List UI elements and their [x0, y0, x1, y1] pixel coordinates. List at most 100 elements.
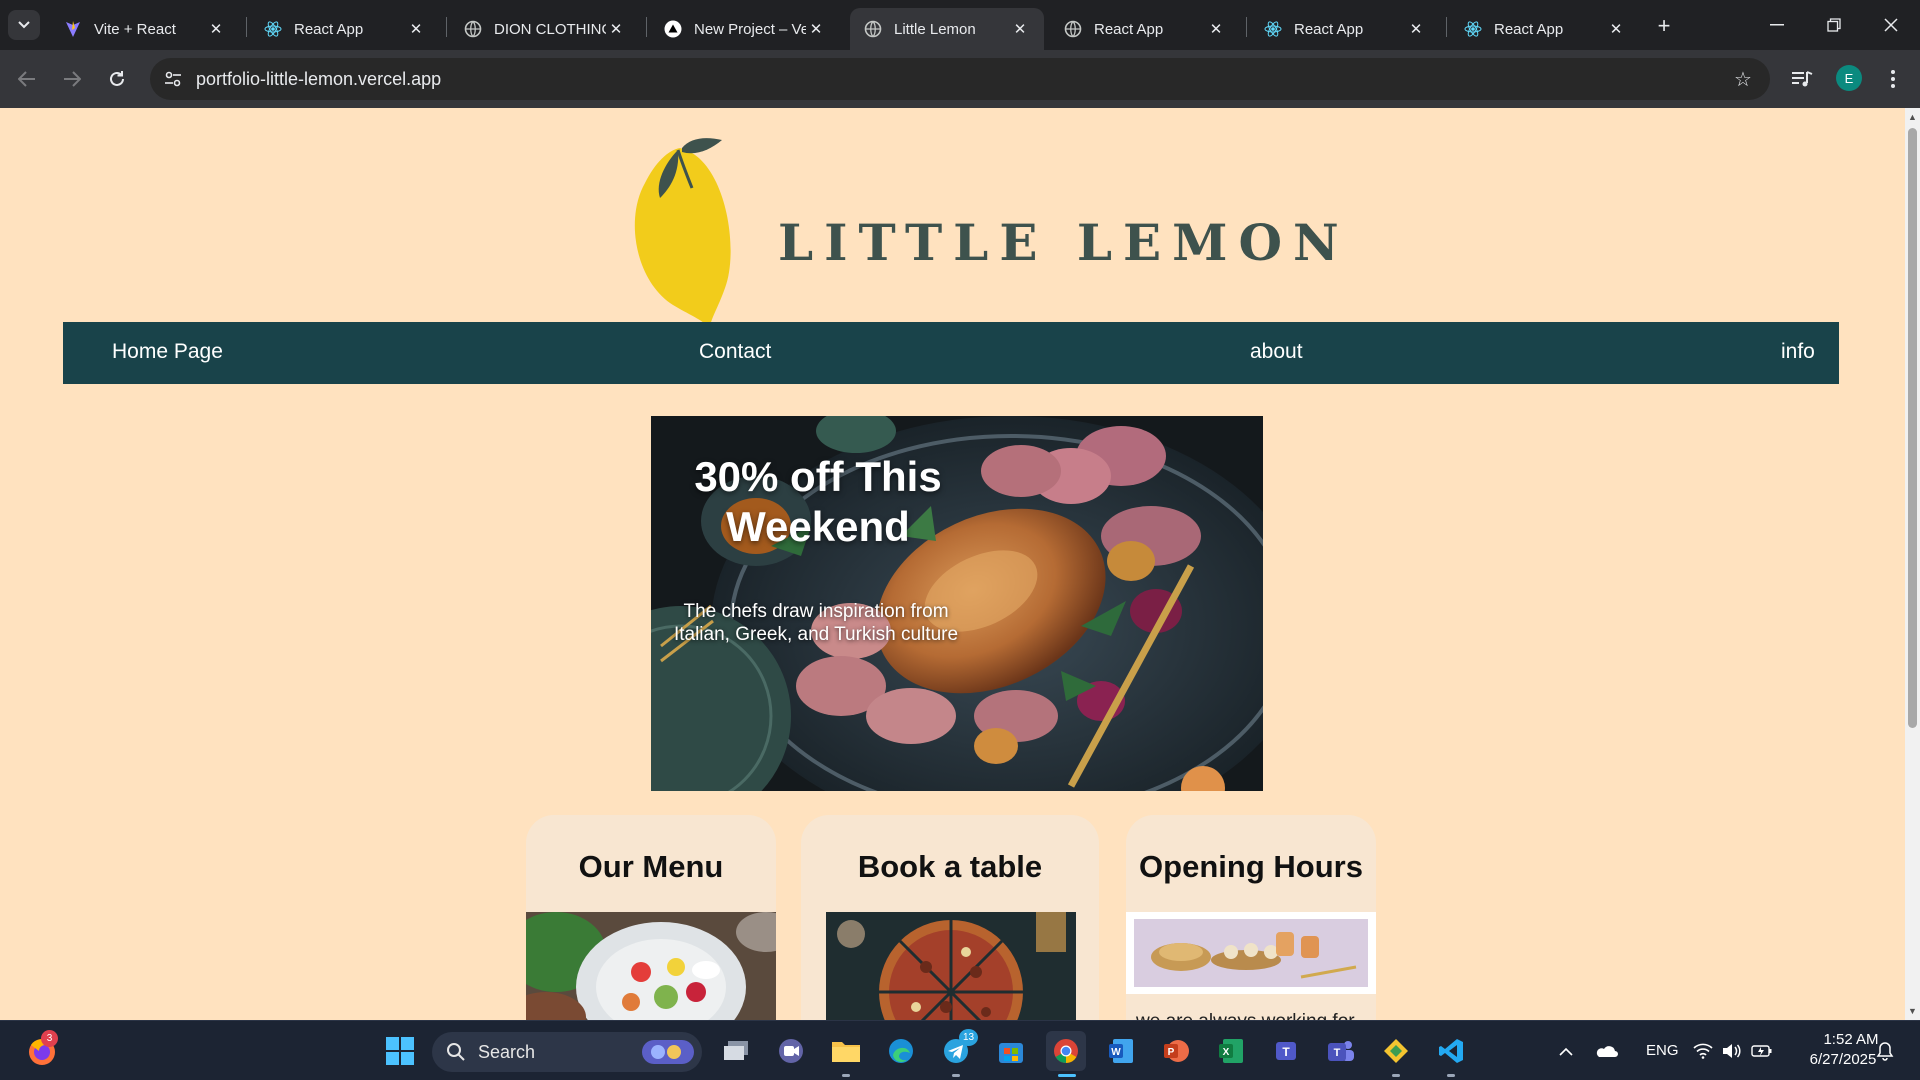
excel-icon[interactable]: X	[1211, 1031, 1251, 1071]
main-nav: Home Page Contact about info	[63, 322, 1839, 384]
forward-arrow-icon	[64, 71, 81, 87]
close-window-button[interactable]	[1868, 8, 1914, 42]
restore-icon	[1827, 18, 1841, 32]
site-info-icon[interactable]	[160, 66, 186, 92]
meet-video-icon[interactable]	[771, 1031, 811, 1071]
telegram-notification-badge: 13	[959, 1029, 978, 1046]
svg-text:W: W	[1111, 1047, 1121, 1058]
globe-icon	[864, 20, 882, 38]
tab-react-app-4[interactable]: React App ✕	[1450, 8, 1640, 50]
tab-react-app-1[interactable]: React App ✕	[250, 8, 440, 50]
tab-separator	[246, 17, 247, 37]
task-view-icon[interactable]	[716, 1031, 756, 1071]
close-tab-icon[interactable]: ✕	[406, 19, 426, 39]
file-explorer-icon[interactable]	[826, 1031, 866, 1071]
menu-food-image	[526, 912, 776, 1020]
tab-separator	[446, 17, 447, 37]
battery-icon[interactable]	[1749, 1031, 1775, 1071]
microsoft-store-icon[interactable]	[991, 1031, 1031, 1071]
back-button[interactable]	[10, 62, 44, 96]
close-tab-icon[interactable]: ✕	[1406, 19, 1426, 39]
bookmark-star-icon[interactable]: ☆	[1730, 66, 1756, 92]
word-icon[interactable]: W	[1101, 1031, 1141, 1071]
tab-separator	[1446, 17, 1447, 37]
notification-bell-icon[interactable]	[1872, 1031, 1898, 1071]
chevron-down-icon	[18, 21, 30, 29]
reload-icon	[110, 71, 124, 86]
svg-text:T: T	[1282, 1045, 1290, 1059]
back-arrow-icon	[18, 71, 35, 87]
tab-dion-clothing[interactable]: DION CLOTHING ✕	[450, 8, 640, 50]
card-title: Opening Hours	[1139, 849, 1363, 884]
running-indicator	[1392, 1074, 1400, 1077]
globe-icon	[1064, 20, 1082, 38]
tab-new-project-vercel[interactable]: New Project – Ve ✕	[650, 8, 840, 50]
running-indicator-active	[1058, 1074, 1076, 1077]
tab-react-app-3[interactable]: React App ✕	[1250, 8, 1440, 50]
git-tool-icon[interactable]	[1376, 1031, 1416, 1071]
scrollbar-thumb[interactable]	[1908, 128, 1917, 728]
browser-toolbar: portfolio-little-lemon.vercel.app ☆ E	[0, 50, 1920, 108]
card-our-menu[interactable]: Our Menu	[526, 815, 776, 1020]
tab-separator	[1246, 17, 1247, 37]
nav-about[interactable]: about	[1250, 340, 1303, 364]
close-tab-icon[interactable]: ✕	[206, 19, 226, 39]
vite-icon	[64, 20, 82, 38]
running-indicator	[842, 1074, 850, 1077]
card-book-a-table[interactable]: Book a table	[801, 815, 1099, 1020]
forward-button[interactable]	[55, 62, 89, 96]
minimize-button[interactable]	[1754, 8, 1800, 42]
media-controls-icon[interactable]	[1787, 64, 1817, 94]
minimize-icon	[1770, 24, 1784, 26]
profile-avatar[interactable]: E	[1836, 65, 1862, 91]
hero-banner: 30% off This Weekend The chefs draw insp…	[651, 416, 1263, 791]
volume-icon[interactable]	[1720, 1031, 1744, 1071]
tab-vite-react[interactable]: Vite + React ✕	[50, 8, 240, 50]
wifi-icon[interactable]	[1691, 1031, 1715, 1071]
scroll-down-arrow-icon[interactable]: ▼	[1908, 1006, 1917, 1016]
scroll-up-arrow-icon[interactable]: ▲	[1908, 112, 1917, 122]
tab-little-lemon[interactable]: Little Lemon ✕	[850, 8, 1044, 50]
language-indicator[interactable]: ENG	[1646, 1042, 1679, 1059]
close-tab-icon[interactable]: ✕	[1606, 19, 1626, 39]
windows-start-icon[interactable]	[380, 1031, 420, 1071]
reload-button[interactable]	[100, 62, 134, 96]
tab-strip: Vite + React ✕ React App ✕ DION CLOTHING…	[0, 0, 1920, 50]
edge-browser-icon[interactable]	[881, 1031, 921, 1071]
onedrive-icon[interactable]	[1590, 1031, 1622, 1071]
nav-contact[interactable]: Contact	[699, 340, 771, 364]
page-viewport: LITTLE LEMON Home Page Contact about inf…	[0, 108, 1905, 1020]
close-tab-icon[interactable]: ✕	[606, 19, 626, 39]
svg-text:X: X	[1223, 1047, 1230, 1058]
more-menu-icon[interactable]	[1878, 64, 1908, 94]
hero-title: 30% off This Weekend	[694, 453, 942, 550]
card-opening-hours[interactable]: Opening Hours we are always working for	[1126, 815, 1376, 1020]
hero-subtitle: The chefs draw inspiration from Italian,…	[673, 601, 959, 645]
taskbar-search-box[interactable]: Search	[432, 1032, 702, 1072]
vscode-icon[interactable]	[1431, 1031, 1471, 1071]
globe-icon	[464, 20, 482, 38]
nav-info[interactable]: info	[1781, 340, 1815, 364]
teams-new-icon[interactable]: T	[1321, 1031, 1361, 1071]
site-logo[interactable]: LITTLE LEMON	[630, 128, 1339, 328]
address-bar[interactable]: portfolio-little-lemon.vercel.app ☆	[150, 58, 1770, 100]
close-tab-icon[interactable]: ✕	[1010, 19, 1030, 39]
card-title: Our Menu	[578, 849, 724, 884]
powerpoint-icon[interactable]: P	[1156, 1031, 1196, 1071]
windows-taskbar: 3 Search 13 W P X T T ENG 1:52 AM 6/27/2…	[0, 1020, 1920, 1080]
new-tab-button[interactable]: +	[1650, 12, 1678, 40]
chrome-icon[interactable]	[1046, 1031, 1086, 1071]
page-scrollbar[interactable]: ▲ ▼	[1905, 108, 1920, 1020]
tab-search-button[interactable]	[8, 10, 40, 40]
close-tab-icon[interactable]: ✕	[1206, 19, 1226, 39]
close-tab-icon[interactable]: ✕	[806, 19, 826, 39]
nav-home-page[interactable]: Home Page	[112, 340, 223, 364]
brand-name: LITTLE LEMON	[778, 213, 1350, 272]
restore-button[interactable]	[1811, 8, 1857, 42]
firefox-notification-badge: 3	[41, 1030, 58, 1047]
tab-react-app-2[interactable]: React App ✕	[1050, 8, 1240, 50]
teams-icon[interactable]: T	[1266, 1031, 1306, 1071]
show-hidden-icons-chevron-icon[interactable]	[1552, 1031, 1580, 1071]
running-indicator	[1447, 1074, 1455, 1077]
card-title: Book a table	[857, 849, 1043, 884]
